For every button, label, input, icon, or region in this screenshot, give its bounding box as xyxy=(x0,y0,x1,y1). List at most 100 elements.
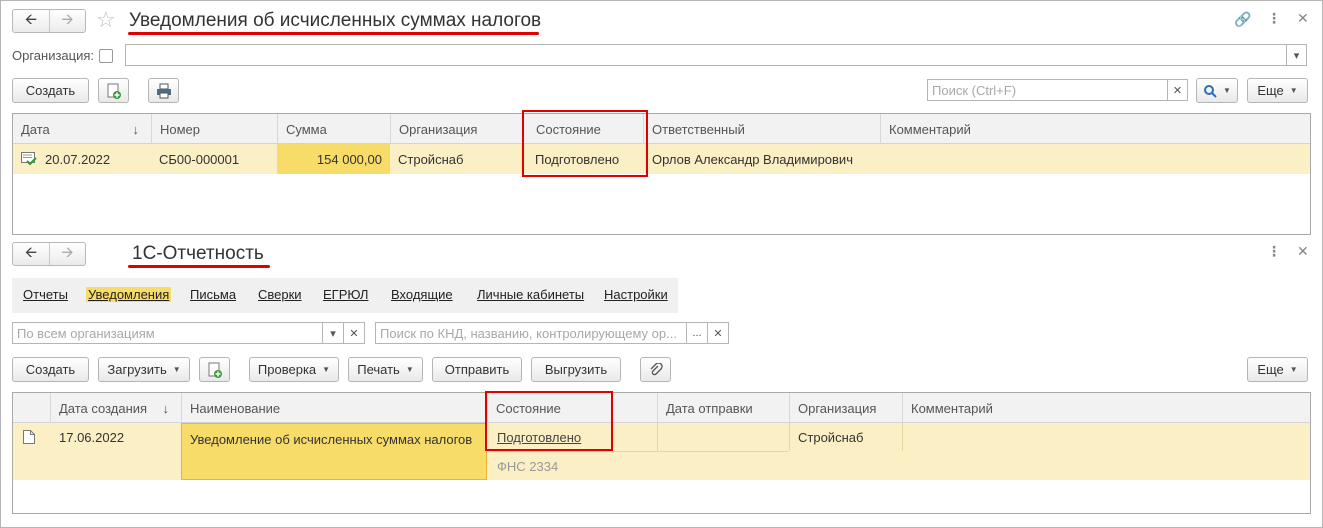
more-vertical-icon[interactable]: ⋮ xyxy=(1267,243,1281,260)
print-button[interactable] xyxy=(148,78,179,103)
column-header[interactable]: Дата отправки xyxy=(657,393,789,423)
org-filter-clear[interactable]: ✕ xyxy=(343,322,365,344)
tab-egrul[interactable]: ЕГРЮЛ xyxy=(323,287,368,302)
row-number: СБ00-000001 xyxy=(159,151,240,167)
create-copy-button[interactable] xyxy=(98,78,129,103)
search-clear-button[interactable]: ✕ xyxy=(1167,79,1188,101)
new-document-icon xyxy=(107,83,121,99)
org-checkbox[interactable] xyxy=(99,49,113,63)
more-button[interactable]: Еще ▼ xyxy=(1247,78,1308,103)
send-button[interactable]: Отправить xyxy=(432,357,522,382)
column-header[interactable]: Организация xyxy=(789,393,902,423)
app-frame: 🡨 🡪 ☆ Уведомления об исчисленных суммах … xyxy=(0,0,1323,528)
ellipsis-icon: ... xyxy=(692,327,702,339)
sort-down-icon: ↓ xyxy=(132,121,140,137)
chevron-down-icon: ▾ xyxy=(1293,49,1300,62)
paperclip-icon xyxy=(650,362,663,375)
back-arrow-icon[interactable]: 🡨 xyxy=(13,10,49,32)
search-button[interactable]: ▼ xyxy=(1196,78,1238,103)
chevron-down-icon: ▾ xyxy=(330,327,336,340)
row-comment xyxy=(880,144,888,174)
row-sum: 154 000,00 xyxy=(277,144,390,174)
row-sent-date xyxy=(657,423,666,451)
tab-settings[interactable]: Настройки xyxy=(604,287,668,302)
column-header[interactable]: Комментарий xyxy=(880,114,1311,144)
more-vertical-icon[interactable]: ⋮ xyxy=(1267,10,1281,27)
row-name: Уведомление об исчисленных суммах налого… xyxy=(181,423,487,480)
title-underline xyxy=(128,32,539,35)
notifications-table: Дата ↓ Номер Сумма Организация Состояние… xyxy=(12,113,1311,235)
column-header[interactable]: Дата создания ↓ xyxy=(50,393,181,423)
new-document-icon xyxy=(208,362,222,378)
tab-reports[interactable]: Отчеты xyxy=(23,287,68,302)
add-document-button[interactable] xyxy=(199,357,230,382)
column-header[interactable]: Организация xyxy=(390,114,523,144)
create-button[interactable]: Создать xyxy=(12,357,89,382)
tab-reconciliations[interactable]: Сверки xyxy=(258,287,302,302)
table-header: Дата создания ↓ Наименование Состояние Д… xyxy=(13,393,1310,423)
posted-document-icon xyxy=(21,152,37,166)
close-icon: ✕ xyxy=(1172,84,1183,97)
document-icon xyxy=(23,430,35,444)
chevron-down-icon: ▼ xyxy=(405,365,414,374)
column-header[interactable]: Ответственный xyxy=(643,114,880,144)
close-icon: ✕ xyxy=(713,327,723,340)
close-icon[interactable]: ✕ xyxy=(1297,10,1309,27)
org-input[interactable] xyxy=(125,44,1287,66)
check-button[interactable]: Проверка ▼ xyxy=(249,357,339,382)
tab-notifications[interactable]: Уведомления xyxy=(86,287,172,302)
chevron-down-icon: ▼ xyxy=(1289,365,1298,374)
sort-down-icon: ↓ xyxy=(162,400,170,416)
search-input[interactable]: Поиск (Ctrl+F) xyxy=(927,79,1168,101)
more-button[interactable]: Еще ▼ xyxy=(1247,357,1308,382)
reporting-table: Дата создания ↓ Наименование Состояние Д… xyxy=(12,392,1311,514)
more-label: Еще xyxy=(1257,83,1284,98)
forward-arrow-icon[interactable]: 🡪 xyxy=(49,10,85,32)
export-button[interactable]: Выгрузить xyxy=(531,357,621,382)
close-icon[interactable]: ✕ xyxy=(1297,243,1309,260)
table-header: Дата ↓ Номер Сумма Организация Состояние… xyxy=(13,114,1310,144)
column-header[interactable]: Номер xyxy=(151,114,277,144)
attach-button[interactable] xyxy=(640,357,671,382)
create-button[interactable]: Создать xyxy=(12,78,89,103)
forward-arrow-icon[interactable]: 🡪 xyxy=(49,243,85,265)
link-icon[interactable]: 🔗 xyxy=(1234,11,1251,28)
nav-buttons: 🡨 🡪 xyxy=(12,9,86,33)
column-header[interactable]: Сумма xyxy=(277,114,390,144)
tab-incoming[interactable]: Входящие xyxy=(391,287,453,302)
column-header[interactable]: Дата ↓ xyxy=(13,114,151,144)
column-label: Дата создания xyxy=(59,400,148,416)
row-comment xyxy=(902,423,911,451)
search-icon xyxy=(1204,84,1217,98)
tab-letters[interactable]: Письма xyxy=(190,287,236,302)
check-label: Проверка xyxy=(257,362,317,377)
row-org: Стройснаб xyxy=(789,423,863,451)
row-date: 20.07.2022 xyxy=(45,151,111,167)
search-select-button[interactable]: ... xyxy=(686,322,708,344)
print-label: Печать xyxy=(357,362,400,377)
printer-icon xyxy=(156,83,171,98)
load-button[interactable]: Загрузить ▼ xyxy=(98,357,190,382)
chevron-down-icon: ▼ xyxy=(172,365,181,374)
row-responsible: Орлов Александр Владимирович xyxy=(652,151,853,167)
tab-personal-accounts[interactable]: Личные кабинеты xyxy=(477,287,584,302)
state-highlight-box xyxy=(485,391,613,451)
window-title: 1С-Отчетность xyxy=(132,243,264,264)
print-menu-button[interactable]: Печать ▼ xyxy=(348,357,423,382)
table-row[interactable]: 20.07.2022 СБ00-000001 154 000,00 Стройс… xyxy=(13,144,1310,174)
org-label: Организация: xyxy=(12,48,95,63)
search-input[interactable]: Поиск по КНД, названию, контролирующему … xyxy=(375,322,687,344)
favorite-star-icon[interactable]: ☆ xyxy=(96,7,116,33)
column-header-icon xyxy=(13,393,50,423)
org-filter-input[interactable]: По всем организациям xyxy=(12,322,323,344)
column-header[interactable]: Наименование xyxy=(181,393,487,423)
table-row[interactable]: 17.06.2022 Уведомление об исчисленных су… xyxy=(13,423,1310,480)
column-label: Дата xyxy=(21,121,50,137)
org-filter-dropdown[interactable]: ▾ xyxy=(322,322,344,344)
org-dropdown-button[interactable]: ▾ xyxy=(1286,44,1307,66)
search-clear-button[interactable]: ✕ xyxy=(707,322,729,344)
back-arrow-icon[interactable]: 🡨 xyxy=(13,243,49,265)
column-header[interactable]: Комментарий xyxy=(902,393,1311,423)
load-label: Загрузить xyxy=(107,362,167,377)
row-recipient: ФНС 2334 xyxy=(497,458,559,474)
